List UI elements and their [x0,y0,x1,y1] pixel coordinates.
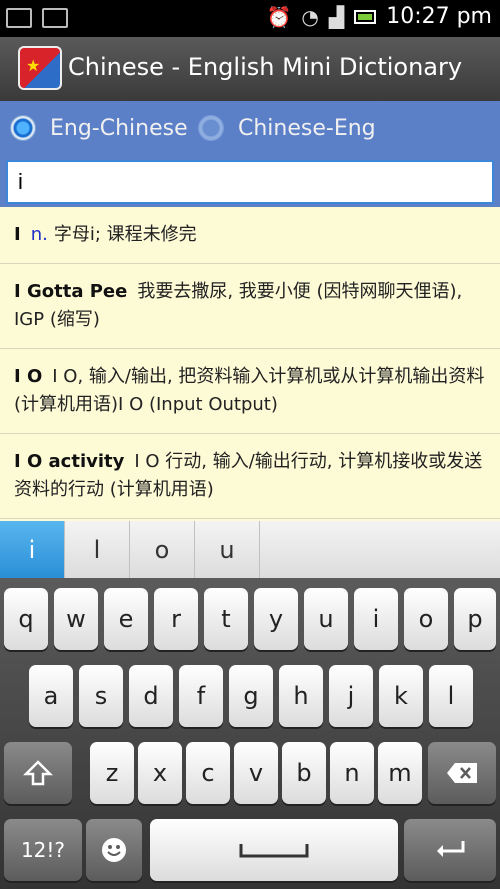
battery-icon [354,9,377,24]
suggestion-bar: i l o u [0,521,500,578]
status-time: 10:27 pm [386,4,492,29]
key-c[interactable]: c [186,742,230,804]
key-y[interactable]: y [254,588,298,650]
entry-term: I [14,224,21,245]
suggestion-item[interactable]: i [0,521,65,578]
status-bar: ⏰ ◔ ▟ 10:27 pm [0,0,500,37]
key-z[interactable]: z [90,742,134,804]
entry-term: I O [14,366,43,387]
key-s[interactable]: s [79,665,123,727]
key-w[interactable]: w [54,588,98,650]
key-f[interactable]: f [179,665,223,727]
enter-icon [437,841,465,857]
key-a[interactable]: a [29,665,73,727]
space-key[interactable] [150,819,398,881]
wifi-icon: ◔ [301,4,319,29]
entry-definition: 字母i; 课程未修完 [53,224,197,245]
suggestion-item[interactable]: u [195,521,260,578]
key-v[interactable]: v [234,742,278,804]
emoji-key[interactable] [86,819,142,881]
radio-unselected-icon [198,115,224,141]
smiley-icon [102,838,126,862]
key-x[interactable]: x [138,742,182,804]
backspace-icon [447,763,477,783]
enter-key[interactable] [404,819,496,881]
key-h[interactable]: h [279,665,323,727]
radio-eng-chinese[interactable]: Eng-Chinese [10,115,188,141]
radio-selected-icon [10,115,36,141]
radio-chinese-eng[interactable]: Chinese-Eng [198,115,376,141]
keyboard-notification-icon [6,8,32,28]
alarm-icon: ⏰ [266,4,292,29]
key-p[interactable]: p [454,588,496,650]
key-k[interactable]: k [379,665,423,727]
key-u[interactable]: u [304,588,348,650]
direction-selector: Eng-Chinese Chinese-Eng [0,101,500,157]
key-g[interactable]: g [229,665,273,727]
list-item[interactable]: I Gotta Pee 我要去撒尿, 我要小便 (因特网聊天俚语), IGP (缩… [0,264,500,349]
key-j[interactable]: j [329,665,373,727]
app-flag-icon [18,46,62,90]
app-title: Chinese - English Mini Dictionary [68,53,463,81]
entry-term: I Gotta Pee [14,281,128,302]
search-input[interactable] [6,160,494,204]
key-l[interactable]: l [429,665,473,727]
search-container [0,157,500,207]
radio-label-eng-chinese: Eng-Chinese [50,115,188,141]
key-d[interactable]: d [129,665,173,727]
entry-definition: I O, 输入/输出, 把资料输入计算机或从计算机输出资料 (计算机用语)I O… [14,366,485,415]
shift-key[interactable] [4,742,72,804]
key-o[interactable]: o [404,588,448,650]
key-n[interactable]: n [330,742,374,804]
title-bar: Chinese - English Mini Dictionary [0,37,500,102]
results-list[interactable]: In. 字母i; 课程未修完 I Gotta Pee 我要去撒尿, 我要小便 (因特… [0,207,500,521]
key-e[interactable]: e [104,588,148,650]
key-b[interactable]: b [282,742,326,804]
list-item[interactable]: In. 字母i; 课程未修完 [0,207,500,264]
entry-part-of-speech: n. [30,224,48,245]
entry-term: I O activity [14,451,125,472]
key-i[interactable]: i [354,588,398,650]
list-item[interactable]: I O activity I O 行动, 输入/输出行动, 计算机接收或发送资料的… [0,434,500,519]
shift-icon [23,760,53,786]
space-bar-icon [239,844,309,858]
image-notification-icon [42,8,68,28]
key-t[interactable]: t [204,588,248,650]
list-item[interactable]: I OI O, 输入/输出, 把资料输入计算机或从计算机输出资料 (计算机用语)… [0,349,500,434]
radio-label-chinese-eng: Chinese-Eng [238,115,376,141]
key-q[interactable]: q [4,588,48,650]
suggestion-item[interactable]: l [65,521,130,578]
symbols-key[interactable]: 12!? [4,819,82,881]
key-r[interactable]: r [154,588,198,650]
backspace-key[interactable] [428,742,496,804]
suggestion-item[interactable]: o [130,521,195,578]
signal-icon: ▟ [328,4,345,29]
key-m[interactable]: m [378,742,422,804]
soft-keyboard: q w e r t y u i o p a s d f g h j k l z … [0,578,500,889]
